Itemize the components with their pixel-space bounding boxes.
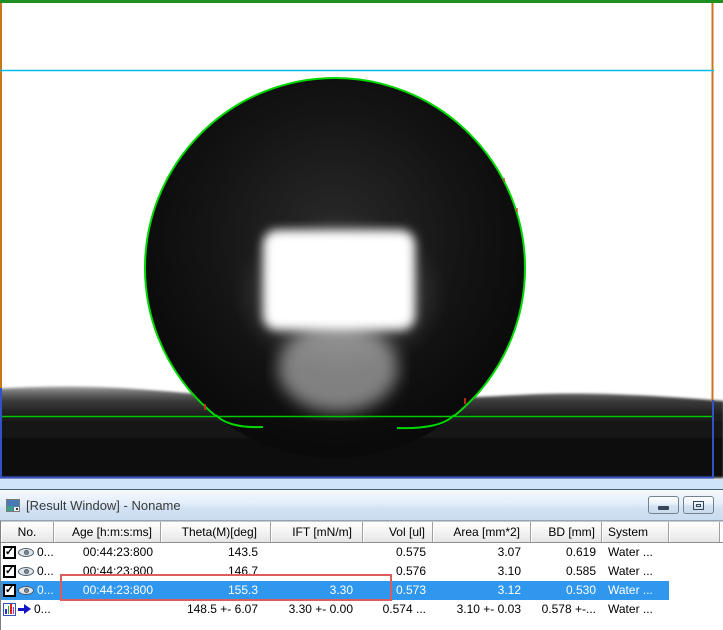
bd-cell: 0.578 +-... <box>531 600 602 619</box>
window-controls <box>648 490 714 520</box>
red-speck <box>516 208 518 212</box>
header-vol[interactable]: Vol [ul] <box>363 522 433 542</box>
window-frame-gap <box>0 479 723 490</box>
row-number: 0... <box>37 562 54 581</box>
header-filler <box>669 522 720 542</box>
red-speck <box>503 178 505 182</box>
table-row[interactable]: ✓ 0... 00:44:23:800 143.5 0.575 3.07 0.6… <box>1 543 669 562</box>
window-title: [Result Window] - Noname <box>26 498 181 513</box>
ift-cell <box>271 543 363 562</box>
checkbox-checked[interactable]: ✓ <box>3 584 16 597</box>
table-header-row: No. Age [h:m:s:ms] Theta(M)[deg] IFT [mN… <box>1 521 723 543</box>
row-no-cell: ✓ 0... <box>1 562 54 581</box>
red-marker-left <box>204 404 206 410</box>
header-system[interactable]: System <box>602 522 669 542</box>
row-no-cell: 0... <box>1 600 54 619</box>
system-cell: Water ... <box>602 600 669 619</box>
result-window-icon <box>6 499 20 512</box>
bd-cell: 0.530 <box>531 581 602 600</box>
row-no-cell: ✓ 0... <box>1 543 54 562</box>
minimize-icon <box>658 506 669 510</box>
age-cell: 00:44:23:800 <box>54 581 161 600</box>
theta-cell: 146.7 <box>161 562 271 581</box>
vol-cell: 0.574 ... <box>363 600 433 619</box>
result-window-titlebar: [Result Window] - Noname <box>0 490 723 521</box>
restore-icon <box>693 501 704 510</box>
checkbox-checked[interactable]: ✓ <box>3 546 16 559</box>
drop-foot-glow <box>278 324 398 412</box>
header-area[interactable]: Area [mm*2] <box>433 522 531 542</box>
area-cell: 3.12 <box>433 581 531 600</box>
drop-image-view <box>0 0 723 479</box>
theta-cell: 148.5 +- 6.07 <box>161 600 271 619</box>
arrow-right-icon <box>18 604 31 615</box>
vol-cell: 0.576 <box>363 562 433 581</box>
header-bd[interactable]: BD [mm] <box>531 522 602 542</box>
area-cell: 3.10 <box>433 562 531 581</box>
statistics-chart-icon <box>3 603 16 616</box>
header-theta[interactable]: Theta(M)[deg] <box>161 522 271 542</box>
restore-button[interactable] <box>683 496 714 514</box>
area-cell: 3.10 +- 0.03 <box>433 600 531 619</box>
results-table: No. Age [h:m:s:ms] Theta(M)[deg] IFT [mN… <box>0 521 723 630</box>
drop-highlight <box>263 230 415 330</box>
result-window: [Result Window] - Noname No. Age [h:m:s:… <box>0 490 723 630</box>
vol-cell: 0.573 <box>363 581 433 600</box>
age-cell: 00:44:23:800 <box>54 562 161 581</box>
header-no[interactable]: No. <box>1 522 54 542</box>
header-ift[interactable]: IFT [mN/m] <box>271 522 363 542</box>
header-age[interactable]: Age [h:m:s:ms] <box>54 522 161 542</box>
bd-cell: 0.585 <box>531 562 602 581</box>
eye-icon <box>18 548 34 557</box>
system-cell: Water ... <box>602 543 669 562</box>
system-cell: Water ... <box>602 562 669 581</box>
row-number: 0... <box>37 543 54 562</box>
system-cell: Water ... <box>602 581 669 600</box>
red-marker-right <box>464 398 466 404</box>
area-cell: 3.07 <box>433 543 531 562</box>
age-cell: 00:44:23:800 <box>54 543 161 562</box>
bd-cell: 0.619 <box>531 543 602 562</box>
theta-cell: 143.5 <box>161 543 271 562</box>
age-cell <box>54 600 161 619</box>
ift-cell: 3.30 <box>271 581 363 600</box>
row-no-cell: ✓ 0... <box>1 581 54 600</box>
vol-cell: 0.575 <box>363 543 433 562</box>
row-number: 0... <box>37 581 54 600</box>
theta-cell: 155.3 <box>161 581 271 600</box>
app-window: [Result Window] - Noname No. Age [h:m:s:… <box>0 0 723 630</box>
eye-icon <box>18 586 34 595</box>
table-row-statistics[interactable]: 0... 148.5 +- 6.07 3.30 +- 0.00 0.574 ..… <box>1 600 669 619</box>
checkbox-checked[interactable]: ✓ <box>3 565 16 578</box>
eye-icon <box>18 567 34 576</box>
minimize-button[interactable] <box>648 496 679 514</box>
ift-cell <box>271 562 363 581</box>
ift-cell: 3.30 +- 0.00 <box>271 600 363 619</box>
row-number: 0... <box>34 600 51 619</box>
roi-top-line <box>0 0 723 3</box>
table-row-selected[interactable]: ✓ 0... 00:44:23:800 155.3 3.30 0.573 3.1… <box>1 581 669 600</box>
table-row[interactable]: ✓ 0... 00:44:23:800 146.7 0.576 3.10 0.5… <box>1 562 669 581</box>
drop-image <box>0 0 723 479</box>
